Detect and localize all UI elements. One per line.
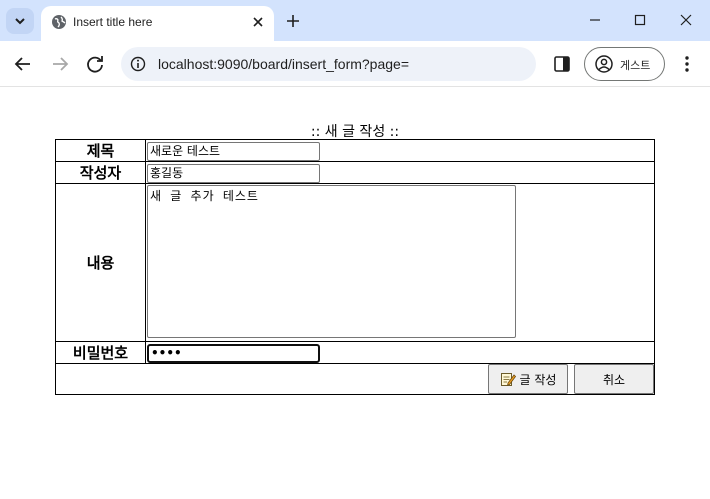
info-icon[interactable]	[130, 56, 146, 72]
submit-button[interactable]: 글 작성	[488, 364, 568, 394]
address-bar[interactable]: localhost:9090/board/insert_form?page=	[121, 47, 536, 81]
tab-strip: Insert title here	[0, 0, 710, 41]
title-row: 제목 새로운 테스트	[56, 140, 654, 162]
maximize-icon[interactable]	[630, 10, 650, 30]
arrow-left-icon[interactable]	[12, 53, 34, 75]
close-icon[interactable]	[250, 14, 266, 30]
cancel-button[interactable]: 취소	[574, 364, 654, 394]
content-label: 내용	[56, 184, 146, 341]
globe-icon	[52, 15, 66, 29]
writer-input[interactable]: 홍길동	[147, 164, 320, 183]
content-textarea[interactable]: 새 글 추가 테스트	[147, 185, 516, 338]
password-input[interactable]: ••••	[147, 344, 320, 363]
button-row: 글 작성 취소	[56, 364, 654, 394]
side-panel-icon[interactable]	[552, 54, 572, 74]
arrow-right-icon[interactable]	[49, 53, 71, 75]
active-tab[interactable]: Insert title here	[41, 6, 274, 41]
page-title: :: 새 글 작성 ::	[310, 124, 400, 140]
plus-icon[interactable]	[284, 12, 302, 30]
browser-toolbar: localhost:9090/board/insert_form?page= 게…	[0, 41, 710, 87]
writer-label: 작성자	[56, 162, 146, 183]
submit-button-label: 글 작성	[519, 372, 557, 387]
account-icon	[595, 55, 613, 73]
profile-button[interactable]: 게스트	[584, 47, 665, 81]
password-label: 비밀번호	[56, 342, 146, 363]
title-label: 제목	[56, 140, 146, 161]
kebab-menu-icon[interactable]	[677, 54, 697, 74]
cancel-button-label: 취소	[602, 372, 626, 387]
tab-search-button[interactable]	[6, 8, 34, 34]
content-row: 내용 새 글 추가 테스트	[56, 184, 654, 342]
tab-title: Insert title here	[73, 15, 153, 29]
title-input[interactable]: 새로운 테스트	[147, 142, 320, 161]
password-row: 비밀번호 ••••	[56, 342, 654, 364]
insert-form-table: 제목 새로운 테스트 작성자 홍길동 내용 새 글 추가 테스트 비밀번호 ••…	[55, 139, 655, 395]
minimize-icon[interactable]	[585, 10, 605, 30]
profile-label: 게스트	[620, 59, 651, 72]
window-close-icon[interactable]	[676, 10, 696, 30]
writer-row: 작성자 홍길동	[56, 162, 654, 184]
url-text[interactable]: localhost:9090/board/insert_form?page=	[158, 56, 409, 72]
reload-icon[interactable]	[84, 53, 106, 75]
chevron-down-icon	[15, 18, 25, 25]
edit-memo-icon	[500, 373, 516, 386]
